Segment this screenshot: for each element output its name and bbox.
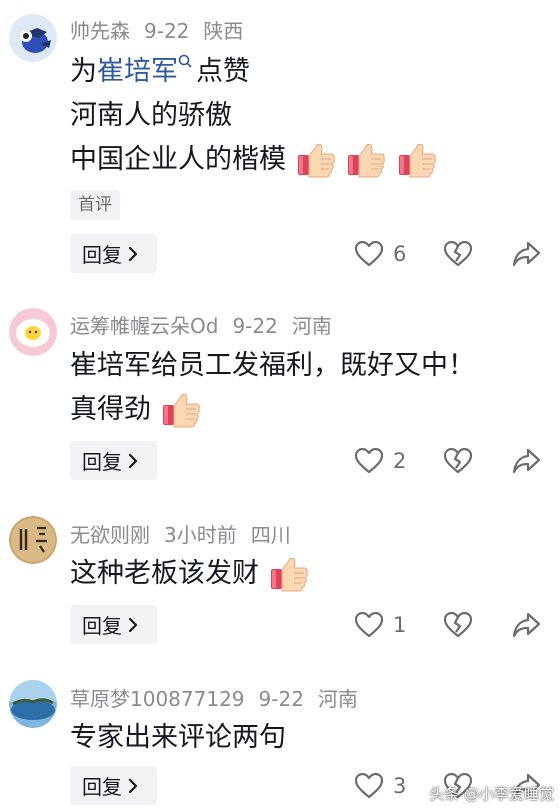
dislike-button[interactable] bbox=[444, 441, 472, 481]
share-icon bbox=[512, 612, 541, 638]
reply-button[interactable]: 回复 bbox=[70, 441, 157, 480]
like-button[interactable]: 6 bbox=[355, 234, 406, 274]
thumbs-up-emoji bbox=[398, 143, 436, 177]
like-count: 1 bbox=[393, 613, 407, 637]
share-button[interactable] bbox=[512, 605, 542, 645]
chevron-right-icon bbox=[128, 617, 138, 632]
username[interactable]: 帅先森 bbox=[70, 19, 130, 43]
comment-text-prefix: 为 bbox=[70, 56, 97, 87]
comment-location: 河南 bbox=[291, 314, 332, 338]
comment-text-line: 专家出来评论两句 bbox=[70, 722, 286, 753]
chevron-right-icon bbox=[128, 778, 138, 793]
reply-button[interactable]: 回复 bbox=[70, 605, 157, 644]
share-button[interactable] bbox=[512, 234, 542, 274]
comment-text-line: 中国企业人的楷模 bbox=[70, 138, 438, 182]
comment-location: 河南 bbox=[317, 687, 358, 711]
share-icon bbox=[512, 448, 541, 474]
comment-text-line: 真得劲 bbox=[70, 388, 202, 432]
chevron-right-icon bbox=[128, 453, 138, 468]
watermark: 头条 @小李爱睡觉 bbox=[429, 785, 554, 803]
like-button[interactable]: 3 bbox=[355, 766, 406, 806]
first-comment-tag: 首评 bbox=[70, 190, 120, 220]
comment-actions: 2 bbox=[355, 441, 545, 481]
thumbs-up-emoji bbox=[347, 143, 385, 177]
comment-location: 陕西 bbox=[203, 19, 244, 43]
like-count: 6 bbox=[393, 242, 407, 266]
thumbs-up-emoji bbox=[297, 143, 335, 177]
avatar[interactable] bbox=[9, 680, 57, 728]
dislike-button[interactable] bbox=[444, 234, 472, 274]
broken-heart-icon bbox=[444, 612, 472, 638]
avatar[interactable] bbox=[9, 516, 57, 564]
comment-actions: 1 bbox=[355, 605, 545, 645]
like-count: 2 bbox=[393, 449, 407, 473]
search-icon[interactable] bbox=[178, 54, 192, 68]
reply-label: 回复 bbox=[82, 775, 122, 799]
avatar[interactable] bbox=[9, 308, 57, 356]
dislike-button[interactable] bbox=[444, 605, 472, 645]
avatar[interactable] bbox=[9, 14, 57, 62]
comment-actions: 6 bbox=[355, 234, 545, 274]
like-count: 3 bbox=[393, 774, 407, 798]
comment-text: 为崔培军 点赞 bbox=[70, 50, 250, 94]
comment-date: 3小时前 bbox=[164, 523, 237, 547]
broken-heart-icon bbox=[444, 241, 472, 267]
comment-date: 9-22 bbox=[258, 687, 304, 711]
comment-meta: 运筹帷幄云朵Od 9-22 河南 bbox=[70, 312, 346, 340]
comment-text-suffix: 点赞 bbox=[196, 56, 250, 87]
comment-text-content: 这种老板该发财 bbox=[70, 558, 259, 589]
reply-button[interactable]: 回复 bbox=[70, 766, 157, 805]
chevron-right-icon bbox=[128, 246, 138, 261]
share-button[interactable] bbox=[512, 441, 542, 481]
thumbs-up-emoji bbox=[270, 557, 308, 591]
thumbs-up-emoji bbox=[162, 393, 200, 427]
reply-button[interactable]: 回复 bbox=[70, 234, 157, 273]
comment-date: 9-22 bbox=[144, 19, 190, 43]
mention-link[interactable]: 崔培军 bbox=[97, 56, 178, 87]
username[interactable]: 运筹帷幄云朵Od bbox=[70, 314, 218, 338]
heart-icon bbox=[355, 241, 383, 267]
comment-meta: 帅先森 9-22 陕西 bbox=[70, 17, 257, 45]
broken-heart-icon bbox=[444, 448, 472, 474]
reply-label: 回复 bbox=[82, 450, 122, 474]
username[interactable]: 无欲则刚 bbox=[70, 523, 150, 547]
comment-meta: 无欲则刚 3小时前 四川 bbox=[70, 521, 305, 549]
share-icon bbox=[512, 241, 541, 267]
comment-date: 9-22 bbox=[232, 314, 278, 338]
heart-icon bbox=[355, 612, 383, 638]
comment-text-line: 河南人的骄傲 bbox=[70, 100, 232, 131]
reply-label: 回复 bbox=[82, 614, 122, 638]
username[interactable]: 草原梦100877129 bbox=[70, 687, 245, 711]
heart-icon bbox=[355, 773, 383, 799]
heart-icon bbox=[355, 448, 383, 474]
comment-text-line: 这种老板该发财 bbox=[70, 552, 310, 596]
like-button[interactable]: 1 bbox=[355, 605, 406, 645]
comment-location: 四川 bbox=[250, 523, 291, 547]
like-button[interactable]: 2 bbox=[355, 441, 406, 481]
comment-meta: 草原梦100877129 9-22 河南 bbox=[70, 685, 372, 713]
comment-text-line: 崔培军给员工发福利，既好又中！ bbox=[70, 350, 475, 381]
reply-label: 回复 bbox=[82, 243, 122, 267]
comment-text-content: 中国企业人的楷模 bbox=[70, 144, 286, 175]
comment-text-content: 真得劲 bbox=[70, 394, 151, 425]
